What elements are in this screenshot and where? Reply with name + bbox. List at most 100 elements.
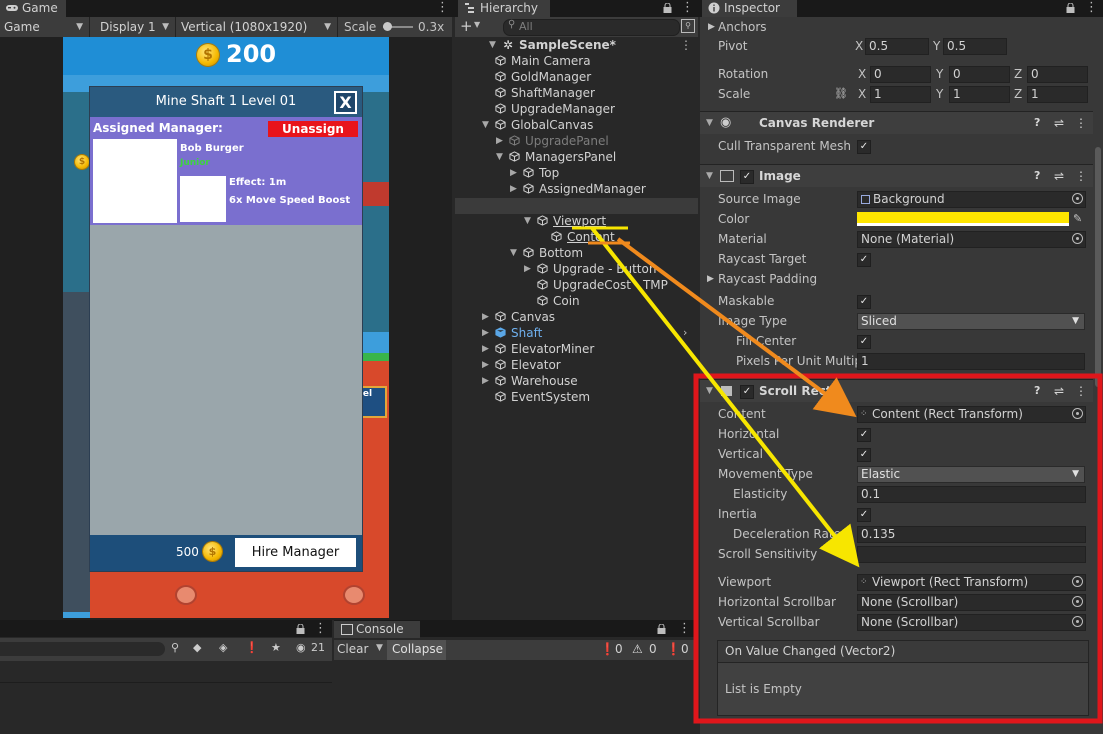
pivot-y-field[interactable]: 0.5 bbox=[943, 38, 1007, 55]
hierarchy-item[interactable]: ▶ AssignedManager bbox=[455, 181, 698, 197]
hierarchy-item[interactable]: ▶ ElevatorMiner bbox=[455, 341, 698, 357]
chevron-right-icon[interactable]: › bbox=[683, 325, 687, 341]
unassign-button[interactable]: Unassign bbox=[268, 121, 358, 137]
chevron-down-icon[interactable]: ▼ bbox=[474, 20, 480, 29]
tab-console[interactable]: Console bbox=[334, 621, 420, 638]
presets-icon[interactable]: ⇌ bbox=[1054, 112, 1064, 134]
warning-filter-icon[interactable]: ❗ bbox=[245, 641, 259, 654]
search-icon[interactable]: ⚲ bbox=[171, 641, 179, 654]
game-view[interactable]: $ 200 vel 1 $ Mine Shaft 1 Level 01 X As… bbox=[0, 37, 452, 620]
vscroll-field[interactable]: None (Scrollbar) bbox=[857, 614, 1086, 631]
eyedropper-icon[interactable]: ✎ bbox=[1073, 209, 1082, 229]
object-picker-icon[interactable] bbox=[1072, 576, 1083, 587]
chevron-down-icon[interactable]: ▼ bbox=[510, 245, 517, 261]
hierarchy-item[interactable]: UpgradeCost - TMP bbox=[455, 277, 698, 293]
cull-checkbox[interactable]: ✓ bbox=[857, 140, 871, 154]
hierarchy-item[interactable]: ▶ Canvas bbox=[455, 309, 698, 325]
tab-inspector[interactable]: Inspector bbox=[702, 0, 797, 17]
lock-icon[interactable] bbox=[657, 624, 666, 634]
scroll-viewport[interactable] bbox=[90, 225, 362, 535]
component-menu-icon[interactable]: ⋮ bbox=[1075, 112, 1087, 134]
hierarchy-item[interactable]: ▶ Warehouse bbox=[455, 373, 698, 389]
scene-menu-icon[interactable]: ⋮ bbox=[680, 37, 692, 53]
anchors-row[interactable]: ▶ Anchors bbox=[700, 17, 1093, 37]
clear-button[interactable]: Clear bbox=[337, 642, 368, 656]
scroll-rect-header[interactable]: ▼ ✓ Scroll Rect ? ⇌ ⋮ bbox=[700, 379, 1093, 402]
maskable-checkbox[interactable]: ✓ bbox=[857, 295, 871, 309]
image-type-dropdown[interactable]: Sliced ▼ bbox=[857, 313, 1085, 330]
scene-visibility-icon[interactable]: ⚲ bbox=[681, 19, 695, 33]
label-icon[interactable]: ◈ bbox=[219, 641, 227, 654]
inspector-lock-icon[interactable] bbox=[1066, 3, 1075, 13]
fill-center-checkbox[interactable]: ✓ bbox=[857, 335, 871, 349]
link-icon[interactable]: ⛓ bbox=[834, 84, 848, 104]
star-icon[interactable]: ★ bbox=[271, 641, 281, 654]
console-menu-icon[interactable]: ⋮ bbox=[678, 620, 691, 637]
chevron-right-icon[interactable]: ▶ bbox=[510, 181, 517, 197]
hierarchy-item[interactable]: GoldManager bbox=[455, 69, 698, 85]
hierarchy-item[interactable]: EventSystem bbox=[455, 389, 698, 405]
object-picker-icon[interactable] bbox=[1072, 193, 1083, 204]
hierarchy-item[interactable]: ▶ Upgrade - Button bbox=[455, 261, 698, 277]
object-picker-icon[interactable] bbox=[1072, 596, 1083, 607]
tab-game[interactable]: Game bbox=[0, 0, 66, 17]
help-icon[interactable]: ? bbox=[1034, 165, 1040, 187]
chevron-down-icon[interactable]: ▼ bbox=[524, 213, 531, 229]
add-icon[interactable]: + bbox=[460, 17, 473, 35]
chevron-down-icon[interactable]: ▼ bbox=[482, 117, 489, 133]
scale-x-field[interactable]: 1 bbox=[870, 86, 931, 103]
component-menu-icon[interactable]: ⋮ bbox=[1075, 380, 1087, 402]
chevron-right-icon[interactable]: ▶ bbox=[482, 373, 489, 389]
inertia-checkbox[interactable]: ✓ bbox=[857, 508, 871, 522]
presets-icon[interactable]: ⇌ bbox=[1054, 165, 1064, 187]
help-icon[interactable]: ? bbox=[1034, 112, 1040, 134]
movement-type-dropdown[interactable]: Elastic ▼ bbox=[857, 466, 1085, 483]
object-picker-icon[interactable] bbox=[1072, 408, 1083, 419]
lock-icon[interactable] bbox=[296, 624, 305, 634]
rotation-x-field[interactable]: 0 bbox=[870, 66, 931, 83]
chevron-right-icon[interactable]: ▶ bbox=[510, 165, 517, 181]
horizontal-checkbox[interactable]: ✓ bbox=[857, 428, 871, 442]
inspector-menu-icon[interactable]: ⋮ bbox=[1085, 0, 1098, 16]
image-enabled-checkbox[interactable]: ✓ bbox=[740, 170, 754, 184]
resolution-dropdown[interactable]: Vertical (1080x1920) ▼ bbox=[177, 17, 338, 37]
inspector-scrollbar[interactable] bbox=[1095, 147, 1101, 387]
hire-manager-button[interactable]: Hire Manager bbox=[235, 538, 356, 567]
warning-count[interactable]: 0 bbox=[649, 642, 657, 656]
hierarchy-item[interactable]: ▼ Bottom bbox=[455, 245, 698, 261]
chevron-down-icon[interactable]: ▼ bbox=[496, 149, 503, 165]
hierarchy-item[interactable]: ▼ ManagersPanel bbox=[455, 149, 698, 165]
viewport-field[interactable]: ⁘ Viewport (Rect Transform) bbox=[857, 574, 1086, 591]
filter-type-icon[interactable]: ◆ bbox=[193, 641, 201, 654]
chevron-right-icon[interactable]: ▶ bbox=[482, 325, 489, 341]
rotation-y-field[interactable]: 0 bbox=[949, 66, 1010, 83]
object-picker-icon[interactable] bbox=[1072, 616, 1083, 627]
canvas-renderer-header[interactable]: ▼ ◉ Canvas Renderer ? ⇌ ⋮ bbox=[700, 111, 1093, 134]
chevron-right-icon[interactable]: ▶ bbox=[524, 261, 531, 277]
tab-hierarchy[interactable]: Hierarchy bbox=[458, 0, 550, 17]
hierarchy-item[interactable]: ▼ GlobalCanvas bbox=[455, 117, 698, 133]
image-header[interactable]: ▼ ✓ Image ? ⇌ ⋮ bbox=[700, 164, 1093, 187]
hierarchy-item[interactable]: Main Camera bbox=[455, 53, 698, 69]
lock-icon[interactable] bbox=[663, 3, 672, 13]
hierarchy-item[interactable]: ▶ Top bbox=[455, 165, 698, 181]
hscroll-field[interactable]: None (Scrollbar) bbox=[857, 594, 1086, 611]
object-picker-icon[interactable] bbox=[1072, 233, 1083, 244]
help-icon[interactable]: ? bbox=[1034, 380, 1040, 402]
hierarchy-item[interactable]: ▶ Elevator bbox=[455, 357, 698, 373]
collapse-button[interactable]: Collapse bbox=[387, 640, 446, 660]
ppu-field[interactable]: 1 bbox=[857, 353, 1085, 370]
chevron-right-icon[interactable]: ▶ bbox=[482, 341, 489, 357]
rotation-z-field[interactable]: 0 bbox=[1027, 66, 1088, 83]
chevron-down-icon[interactable]: ▼ bbox=[376, 643, 383, 653]
scale-z-field[interactable]: 1 bbox=[1027, 86, 1088, 103]
chevron-right-icon[interactable]: ▶ bbox=[482, 309, 489, 325]
display-dropdown[interactable]: Display 1 ▼ bbox=[96, 17, 176, 37]
project-menu-icon[interactable]: ⋮ bbox=[314, 620, 327, 637]
error-count[interactable]: 0 bbox=[615, 642, 623, 656]
elasticity-field[interactable]: 0.1 bbox=[857, 486, 1086, 503]
hierarchy-item[interactable]: Coin bbox=[455, 293, 698, 309]
hierarchy-item[interactable]: UpgradeManager bbox=[455, 101, 698, 117]
vertical-checkbox[interactable]: ✓ bbox=[857, 448, 871, 462]
hierarchy-search-input[interactable]: ⚲ All bbox=[503, 19, 680, 36]
